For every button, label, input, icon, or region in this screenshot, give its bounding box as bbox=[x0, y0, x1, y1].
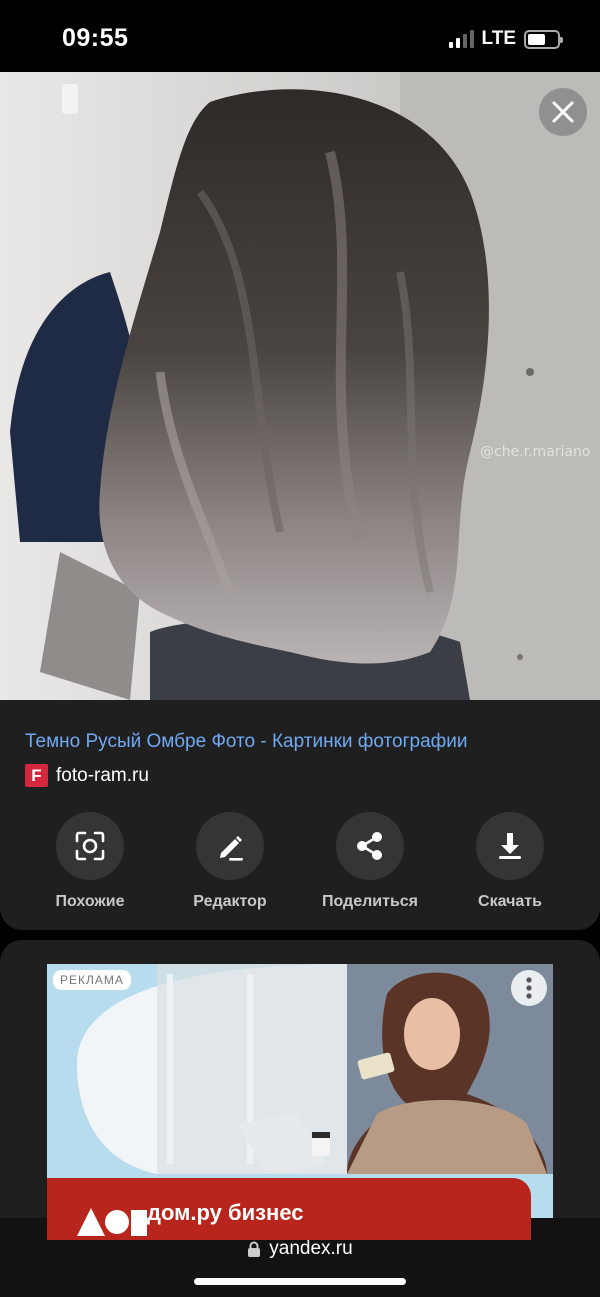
close-icon bbox=[552, 101, 574, 123]
hero-image[interactable]: @che.r.mariano bbox=[0, 72, 600, 700]
image-title-link[interactable]: Темно Русый Омбре Фото - Картинки фотогр… bbox=[25, 731, 468, 753]
close-button[interactable] bbox=[539, 88, 587, 136]
editor-button[interactable]: Редактор bbox=[160, 812, 300, 911]
similar-button-circle[interactable] bbox=[56, 812, 124, 880]
ad-brand-name: дом.ру бизнес bbox=[147, 1200, 304, 1225]
status-indicators: LTE bbox=[448, 28, 563, 50]
hair-photo: @che.r.mariano bbox=[0, 72, 600, 700]
share-icon bbox=[357, 832, 382, 860]
ad-brand-banner[interactable]: дом.ру бизнес bbox=[47, 1178, 531, 1240]
ad-card: РЕКЛАМА дом.ру бизнес bbox=[0, 940, 600, 1240]
editor-button-circle[interactable] bbox=[196, 812, 264, 880]
battery-icon bbox=[524, 29, 563, 49]
address-bar[interactable]: yandex.ru bbox=[0, 1238, 600, 1260]
home-indicator[interactable] bbox=[194, 1278, 406, 1285]
source-domain: foto-ram.ru bbox=[56, 764, 149, 786]
share-label: Поделиться bbox=[321, 893, 419, 910]
download-icon bbox=[499, 833, 521, 859]
ad-banner[interactable]: РЕКЛАМА дом.ру бизнес bbox=[47, 964, 553, 1240]
similar-label: Похожие bbox=[55, 893, 125, 910]
image-info-card: Темно Русый Омбре Фото - Картинки фотогр… bbox=[0, 700, 600, 930]
download-button[interactable]: Скачать bbox=[440, 812, 580, 911]
ad-label: РЕКЛАМА bbox=[53, 970, 131, 990]
camera-lens-icon bbox=[75, 831, 105, 861]
status-bar: 09:55 LTE bbox=[0, 0, 600, 72]
download-label: Скачать bbox=[478, 893, 542, 910]
watermark-text: @che.r.mariano bbox=[480, 444, 590, 460]
ad-more-button[interactable] bbox=[511, 970, 547, 1006]
url-text: yandex.ru bbox=[269, 1238, 353, 1259]
editor-label: Редактор bbox=[193, 893, 267, 910]
share-button[interactable]: Поделиться bbox=[300, 812, 440, 911]
pencil-icon bbox=[220, 836, 243, 861]
more-vertical-icon bbox=[526, 977, 532, 999]
source-link[interactable]: F foto-ram.ru bbox=[25, 764, 149, 787]
network-type: LTE bbox=[481, 28, 516, 49]
brand-logo-icon bbox=[77, 1208, 147, 1236]
share-button-circle[interactable] bbox=[336, 812, 404, 880]
lock-icon bbox=[248, 1241, 261, 1257]
action-bar: Похожие Редактор Поделиться Скачать bbox=[20, 812, 580, 911]
status-time: 09:55 bbox=[62, 24, 129, 52]
signal-icon bbox=[448, 30, 474, 48]
download-button-circle[interactable] bbox=[476, 812, 544, 880]
site-favicon-icon: F bbox=[25, 764, 48, 787]
similar-button[interactable]: Похожие bbox=[20, 812, 160, 911]
